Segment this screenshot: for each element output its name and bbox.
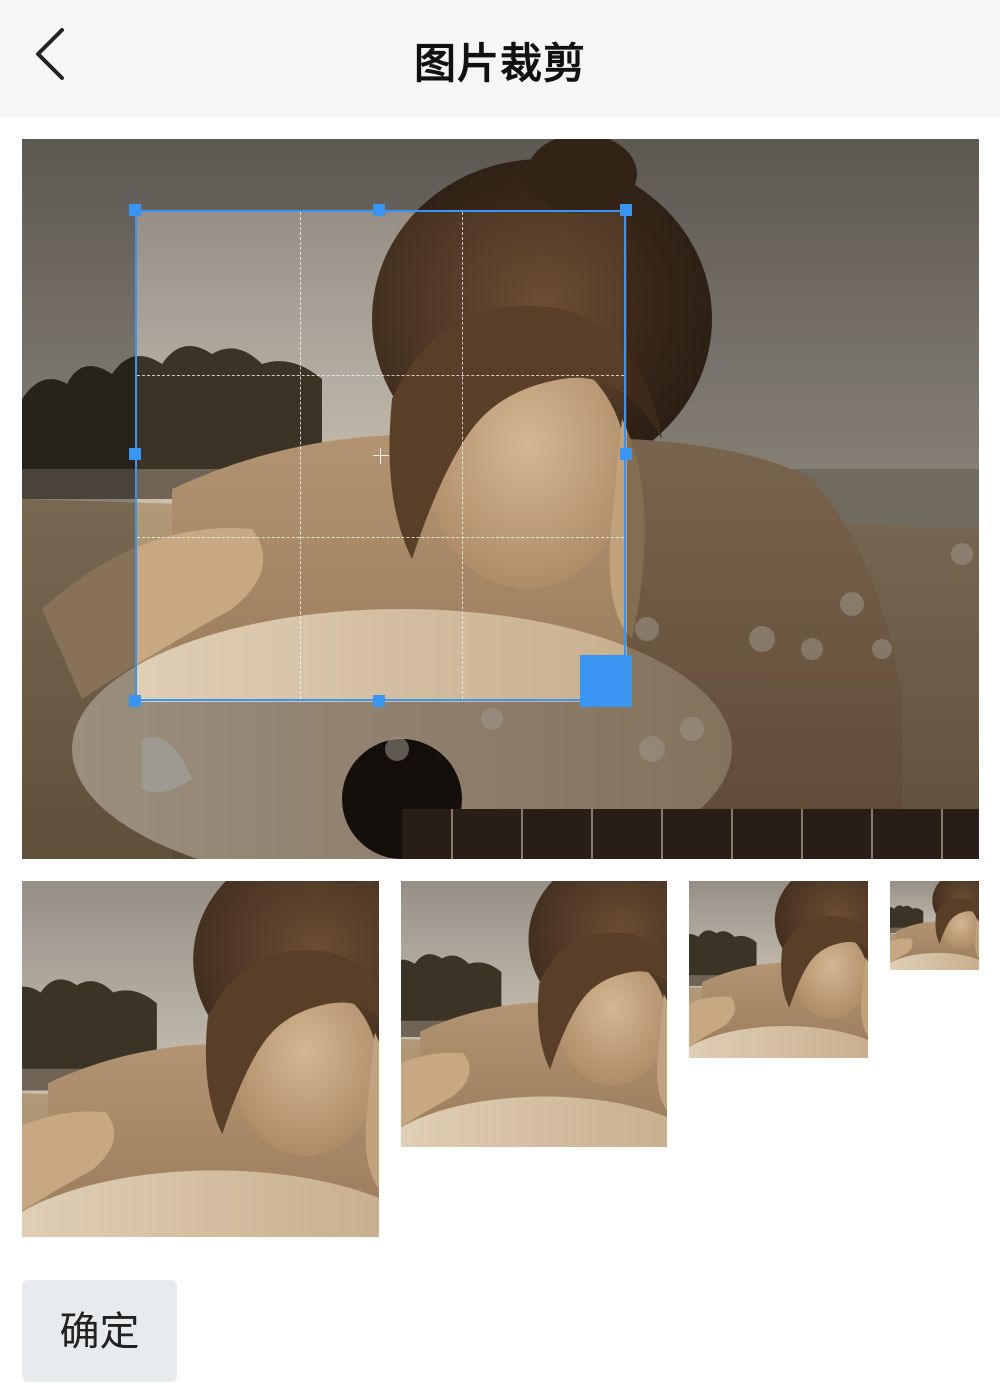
crop-handle-top[interactable] xyxy=(373,204,385,216)
crop-handle-bottom-left[interactable] xyxy=(129,695,141,707)
preview-small xyxy=(689,881,868,1058)
crop-box[interactable] xyxy=(135,210,626,701)
crop-guide-line xyxy=(137,375,624,376)
crop-guide-line xyxy=(300,212,301,699)
crop-handle-left[interactable] xyxy=(129,448,141,460)
crop-resize-handle[interactable] xyxy=(580,655,632,707)
top-bar: 图片裁剪 xyxy=(0,0,1000,117)
crop-stage[interactable] xyxy=(22,139,979,859)
crop-handle-top-right[interactable] xyxy=(620,204,632,216)
preview-image xyxy=(890,881,979,970)
preview-image xyxy=(22,881,379,1237)
preview-medium xyxy=(401,881,667,1147)
preview-image xyxy=(401,881,667,1147)
center-crosshair-icon xyxy=(373,448,389,464)
preview-large xyxy=(22,881,379,1237)
crop-guide-line xyxy=(137,537,624,538)
crop-handle-right[interactable] xyxy=(620,448,632,460)
crop-guide-line xyxy=(462,212,463,699)
confirm-button[interactable]: 确定 xyxy=(22,1280,177,1382)
crop-handle-top-left[interactable] xyxy=(129,204,141,216)
preview-tiny xyxy=(890,881,979,970)
preview-image xyxy=(689,881,868,1058)
page-title: 图片裁剪 xyxy=(413,39,586,88)
crop-handle-bottom[interactable] xyxy=(373,695,385,707)
